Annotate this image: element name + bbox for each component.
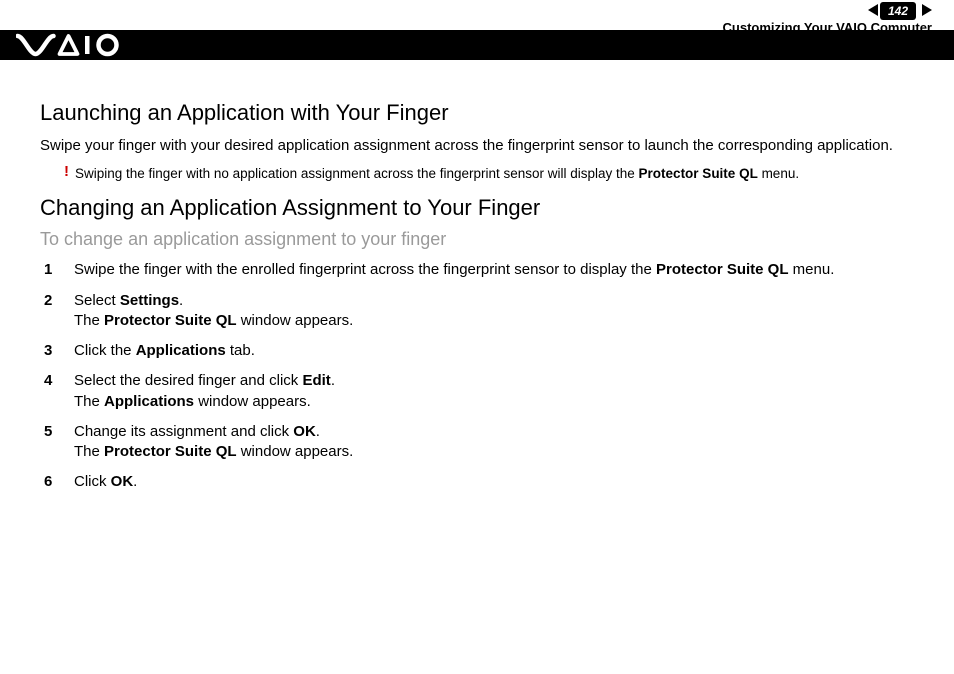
- section2-title: Changing an Application Assignment to Yo…: [40, 195, 914, 221]
- step-text: Click OK.: [74, 472, 137, 492]
- step-item: 5 Change its assignment and click OK. Th…: [44, 422, 914, 463]
- page-number-badge: 142: [880, 2, 916, 20]
- step-item: 6 Click OK.: [44, 472, 914, 492]
- prev-page-arrow-icon[interactable]: [868, 4, 878, 16]
- next-page-arrow-icon[interactable]: [922, 4, 932, 16]
- steps-list: 1 Swipe the finger with the enrolled fin…: [44, 260, 914, 492]
- section1-note: ! Swiping the finger with no application…: [64, 166, 914, 181]
- vaio-logo-icon: [16, 33, 136, 57]
- section1-title: Launching an Application with Your Finge…: [40, 100, 914, 126]
- step-text: Swipe the finger with the enrolled finge…: [74, 260, 834, 280]
- step-item: 3 Click the Applications tab.: [44, 341, 914, 361]
- page-content: Launching an Application with Your Finge…: [0, 60, 954, 493]
- step-item: 2 Select Settings. The Protector Suite Q…: [44, 291, 914, 332]
- step-text: Change its assignment and click OK. The …: [74, 422, 353, 463]
- step-item: 4 Select the desired finger and click Ed…: [44, 371, 914, 412]
- section1-body: Swipe your finger with your desired appl…: [40, 136, 914, 156]
- header-bar: [0, 30, 954, 60]
- step-text: Select the desired finger and click Edit…: [74, 371, 335, 412]
- step-item: 1 Swipe the finger with the enrolled fin…: [44, 260, 914, 280]
- step-number: 4: [44, 371, 58, 412]
- alert-icon: !: [64, 164, 69, 179]
- step-number: 2: [44, 291, 58, 332]
- step-number: 6: [44, 472, 58, 492]
- step-text: Select Settings. The Protector Suite QL …: [74, 291, 353, 332]
- step-number: 3: [44, 341, 58, 361]
- step-number: 1: [44, 260, 58, 280]
- step-number: 5: [44, 422, 58, 463]
- step-text: Click the Applications tab.: [74, 341, 255, 361]
- note-text: Swiping the finger with no application a…: [75, 166, 799, 181]
- top-nav: 142 Customizing Your VAIO Computer: [0, 0, 954, 30]
- section2-subhead: To change an application assignment to y…: [40, 229, 914, 250]
